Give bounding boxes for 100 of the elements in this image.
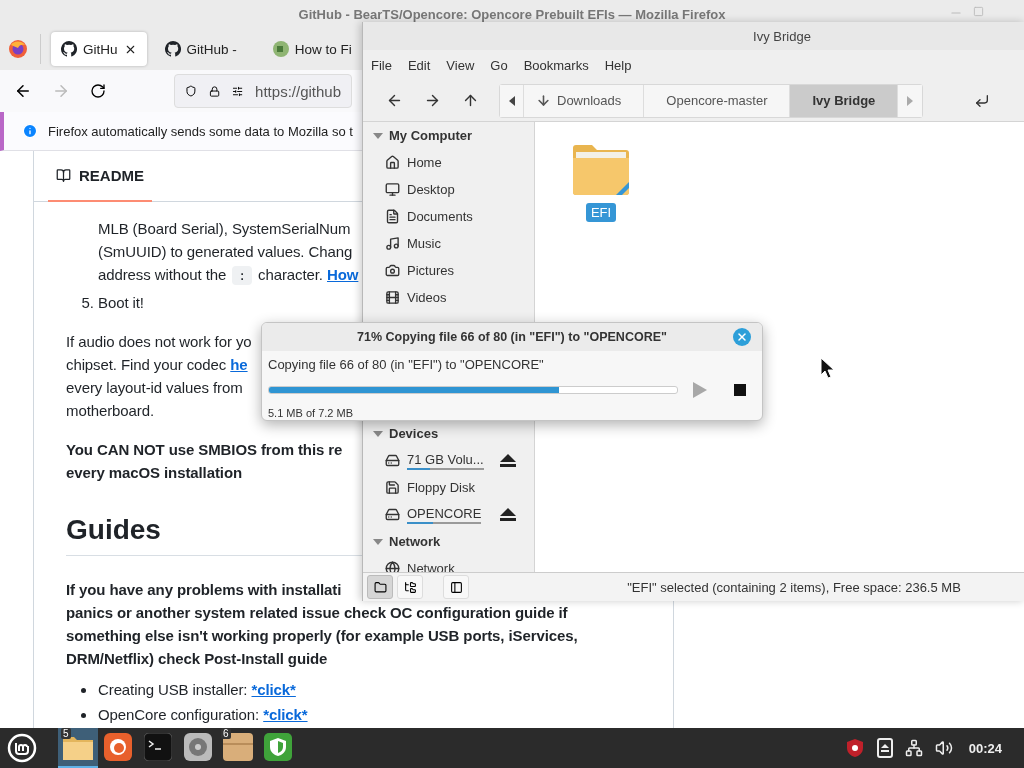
sidebar-item[interactable]: 71 GB Volu...	[407, 451, 484, 467]
sidebar-item[interactable]: Pictures	[407, 263, 454, 278]
text-line: MLB (Board Serial), SystemSerialNum	[98, 219, 351, 239]
document-icon	[385, 209, 400, 224]
back-icon[interactable]	[14, 82, 32, 100]
film-icon	[385, 290, 400, 305]
tab-label: GitHub -	[186, 41, 237, 57]
view-button[interactable]	[397, 575, 423, 599]
reload-icon[interactable]	[90, 83, 106, 99]
bullet-dot	[80, 688, 86, 693]
expander-icon[interactable]	[373, 428, 383, 439]
camera-icon	[385, 263, 400, 278]
link[interactable]: *click*	[263, 706, 308, 723]
sidebar-toggle-icon	[449, 580, 463, 594]
browser-icon	[104, 733, 132, 761]
browser-tab[interactable]: How to Fi	[262, 32, 362, 66]
stop-icon	[734, 384, 746, 396]
link[interactable]: *click*	[251, 681, 296, 698]
drive-icon	[385, 507, 400, 522]
sidebar-item[interactable]: Documents	[407, 209, 473, 224]
mouse-pointer-icon	[820, 357, 836, 379]
window-title: GitHub - BearTS/Opencore: Opencore Prebuilt EFIs — Mozilla Firefox	[298, 6, 726, 22]
browser-logo-icon[interactable]	[8, 39, 28, 59]
view-button[interactable]	[443, 575, 469, 599]
shield-icon	[264, 733, 292, 761]
eject-icon[interactable]	[500, 453, 516, 468]
menu-item[interactable]: Help	[604, 57, 640, 73]
clock[interactable]: 00:24	[968, 740, 1002, 756]
tree-icon	[403, 580, 417, 594]
info-icon	[22, 123, 38, 139]
menu-item[interactable]: View	[446, 57, 483, 73]
scroll-left-button[interactable]	[500, 84, 524, 117]
eject-icon[interactable]	[876, 738, 893, 758]
play-icon	[693, 382, 707, 398]
expander-icon[interactable]	[373, 130, 383, 141]
drive-icon	[385, 453, 400, 468]
size-text: 5.1 MB of 7.2 MB	[268, 406, 354, 420]
browser-tab[interactable]: GitHub -	[154, 32, 247, 66]
text-line: Boot it!	[98, 293, 144, 313]
link[interactable]: How	[327, 266, 359, 283]
text-line: panics or another system related issue check OC configuration guide if	[66, 603, 568, 623]
sidebar-item[interactable]: Videos	[407, 290, 447, 305]
monitor-icon	[385, 182, 400, 197]
bullet-dot	[80, 713, 86, 718]
menu-item[interactable]: Edit	[407, 57, 439, 73]
progress-detail: Copying file 66 of 80 (in "EFI") to "OPENCORE"	[268, 357, 545, 372]
triangle-right-icon	[907, 95, 914, 106]
status-text: "EFI" selected (containing 2 items), Free space: 236.5 MB	[626, 579, 962, 595]
window-title: Ivy Bridge	[753, 28, 811, 44]
shield-icon[interactable]	[844, 738, 865, 758]
text-line: every macOS installation	[66, 463, 242, 483]
music-note-icon	[385, 236, 400, 251]
section-heading: Guides	[66, 513, 161, 547]
path-button[interactable]: Ivy Bridge	[790, 84, 899, 117]
sidebar-item[interactable]: Floppy Disk	[407, 480, 475, 495]
shield-icon	[185, 83, 197, 99]
text-line: (SmUUID) to generated values. Chang	[98, 242, 353, 262]
link[interactable]: he	[230, 356, 248, 373]
eject-icon[interactable]	[500, 507, 516, 522]
text-line: If you have any problems with installati	[66, 580, 342, 600]
text-line: something else isn't working properly (for example USB ports, iServices,	[66, 626, 578, 646]
taskbar-app[interactable]: 5	[58, 728, 98, 768]
sidebar-heading: Devices	[389, 426, 439, 441]
triangle-left-icon	[508, 95, 515, 106]
sidebar-heading: Network	[389, 534, 441, 549]
tab-label: How to Fi	[294, 41, 352, 57]
sidebar-item[interactable]: OPENCORE	[407, 505, 482, 521]
browser-tab[interactable]: GitHu	[51, 32, 147, 66]
expander-icon[interactable]	[373, 536, 383, 547]
window-count: 6	[221, 728, 231, 739]
network-icon[interactable]	[904, 739, 923, 757]
close-icon	[736, 331, 748, 343]
text-line: chipset. Find your codec he	[66, 355, 248, 375]
terminal-icon	[144, 733, 172, 761]
download-icon	[536, 93, 551, 108]
text-line: address without the : character. How	[98, 265, 359, 287]
address-bar[interactable]: https://github	[174, 74, 352, 108]
sidebar-item[interactable]: Home	[407, 155, 442, 170]
menu-item[interactable]: Bookmarks	[523, 57, 597, 73]
dialog-title: 71% Copying file 66 of 80 (in "EFI") to "OPENCORE"	[357, 330, 667, 344]
readme-tab[interactable]: README	[48, 151, 152, 202]
notification-text: Firefox automatically sends some data to Mozilla so t	[48, 123, 353, 139]
menu-item[interactable]: File	[371, 57, 400, 73]
list-number: 5.	[81, 293, 95, 313]
sidebar-item[interactable]: Music	[407, 236, 441, 251]
tab-label: GitHu	[83, 41, 118, 57]
view-button[interactable]	[367, 575, 393, 599]
sidebar-heading: My Computer	[389, 128, 473, 143]
book-icon	[56, 168, 71, 183]
cat-logo-icon	[164, 41, 181, 57]
menu-item[interactable]: Go	[490, 57, 516, 73]
text-line: every layout-id values from	[66, 378, 243, 398]
site-icon	[272, 41, 289, 57]
text-line: Creating USB installer: *click*	[98, 680, 296, 700]
globe-icon	[385, 561, 400, 572]
return-arrow-icon	[974, 92, 990, 109]
close-button[interactable]	[733, 328, 751, 346]
volume-icon[interactable]	[934, 739, 953, 757]
sidebar-item[interactable]: Desktop	[407, 182, 455, 197]
taskbar-app[interactable]: 6	[218, 728, 258, 768]
